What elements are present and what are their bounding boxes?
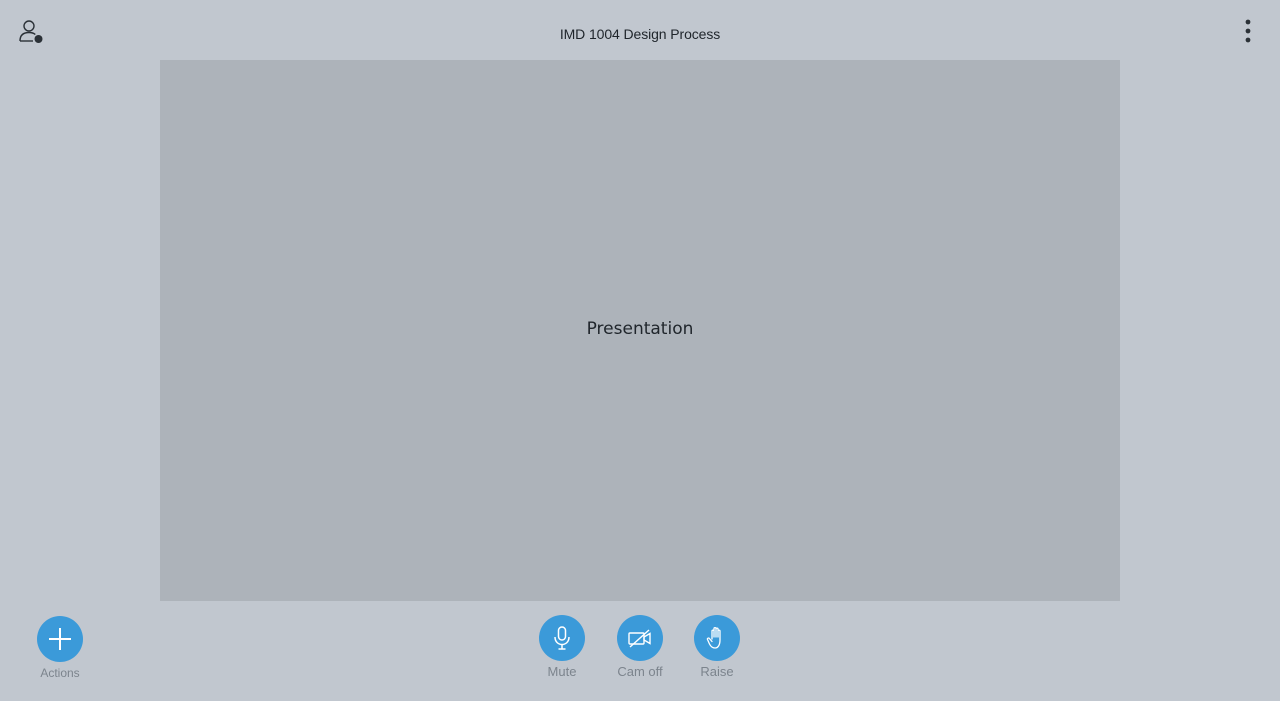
presentation-label: Presentation <box>586 319 694 339</box>
raise-label: Raise <box>700 664 734 679</box>
microphone-icon <box>554 626 570 650</box>
camera-label: Cam off <box>617 664 663 679</box>
meeting-title: IMD 1004 Design Process <box>559 26 721 42</box>
presentation-area: Presentation <box>160 60 1120 601</box>
plus-icon <box>49 628 71 650</box>
hand-icon <box>706 626 721 649</box>
conference-app: IMD 1004 Design Process Presentation Act… <box>0 0 1280 701</box>
raise-hand-control: Raise <box>677 615 757 679</box>
options-menu-button[interactable] <box>1238 18 1258 46</box>
more-vertical-icon <box>1245 19 1251 43</box>
actions-control: Actions <box>20 616 100 680</box>
camera-button[interactable] <box>617 615 663 661</box>
actions-label: Actions <box>40 666 80 680</box>
camera-off-icon <box>628 629 651 648</box>
camera-control: Cam off <box>600 615 680 679</box>
actions-button[interactable] <box>37 616 83 662</box>
raise-hand-button[interactable] <box>694 615 740 661</box>
mute-label: Mute <box>547 664 577 679</box>
mute-button[interactable] <box>539 615 585 661</box>
mute-control: Mute <box>522 615 602 679</box>
